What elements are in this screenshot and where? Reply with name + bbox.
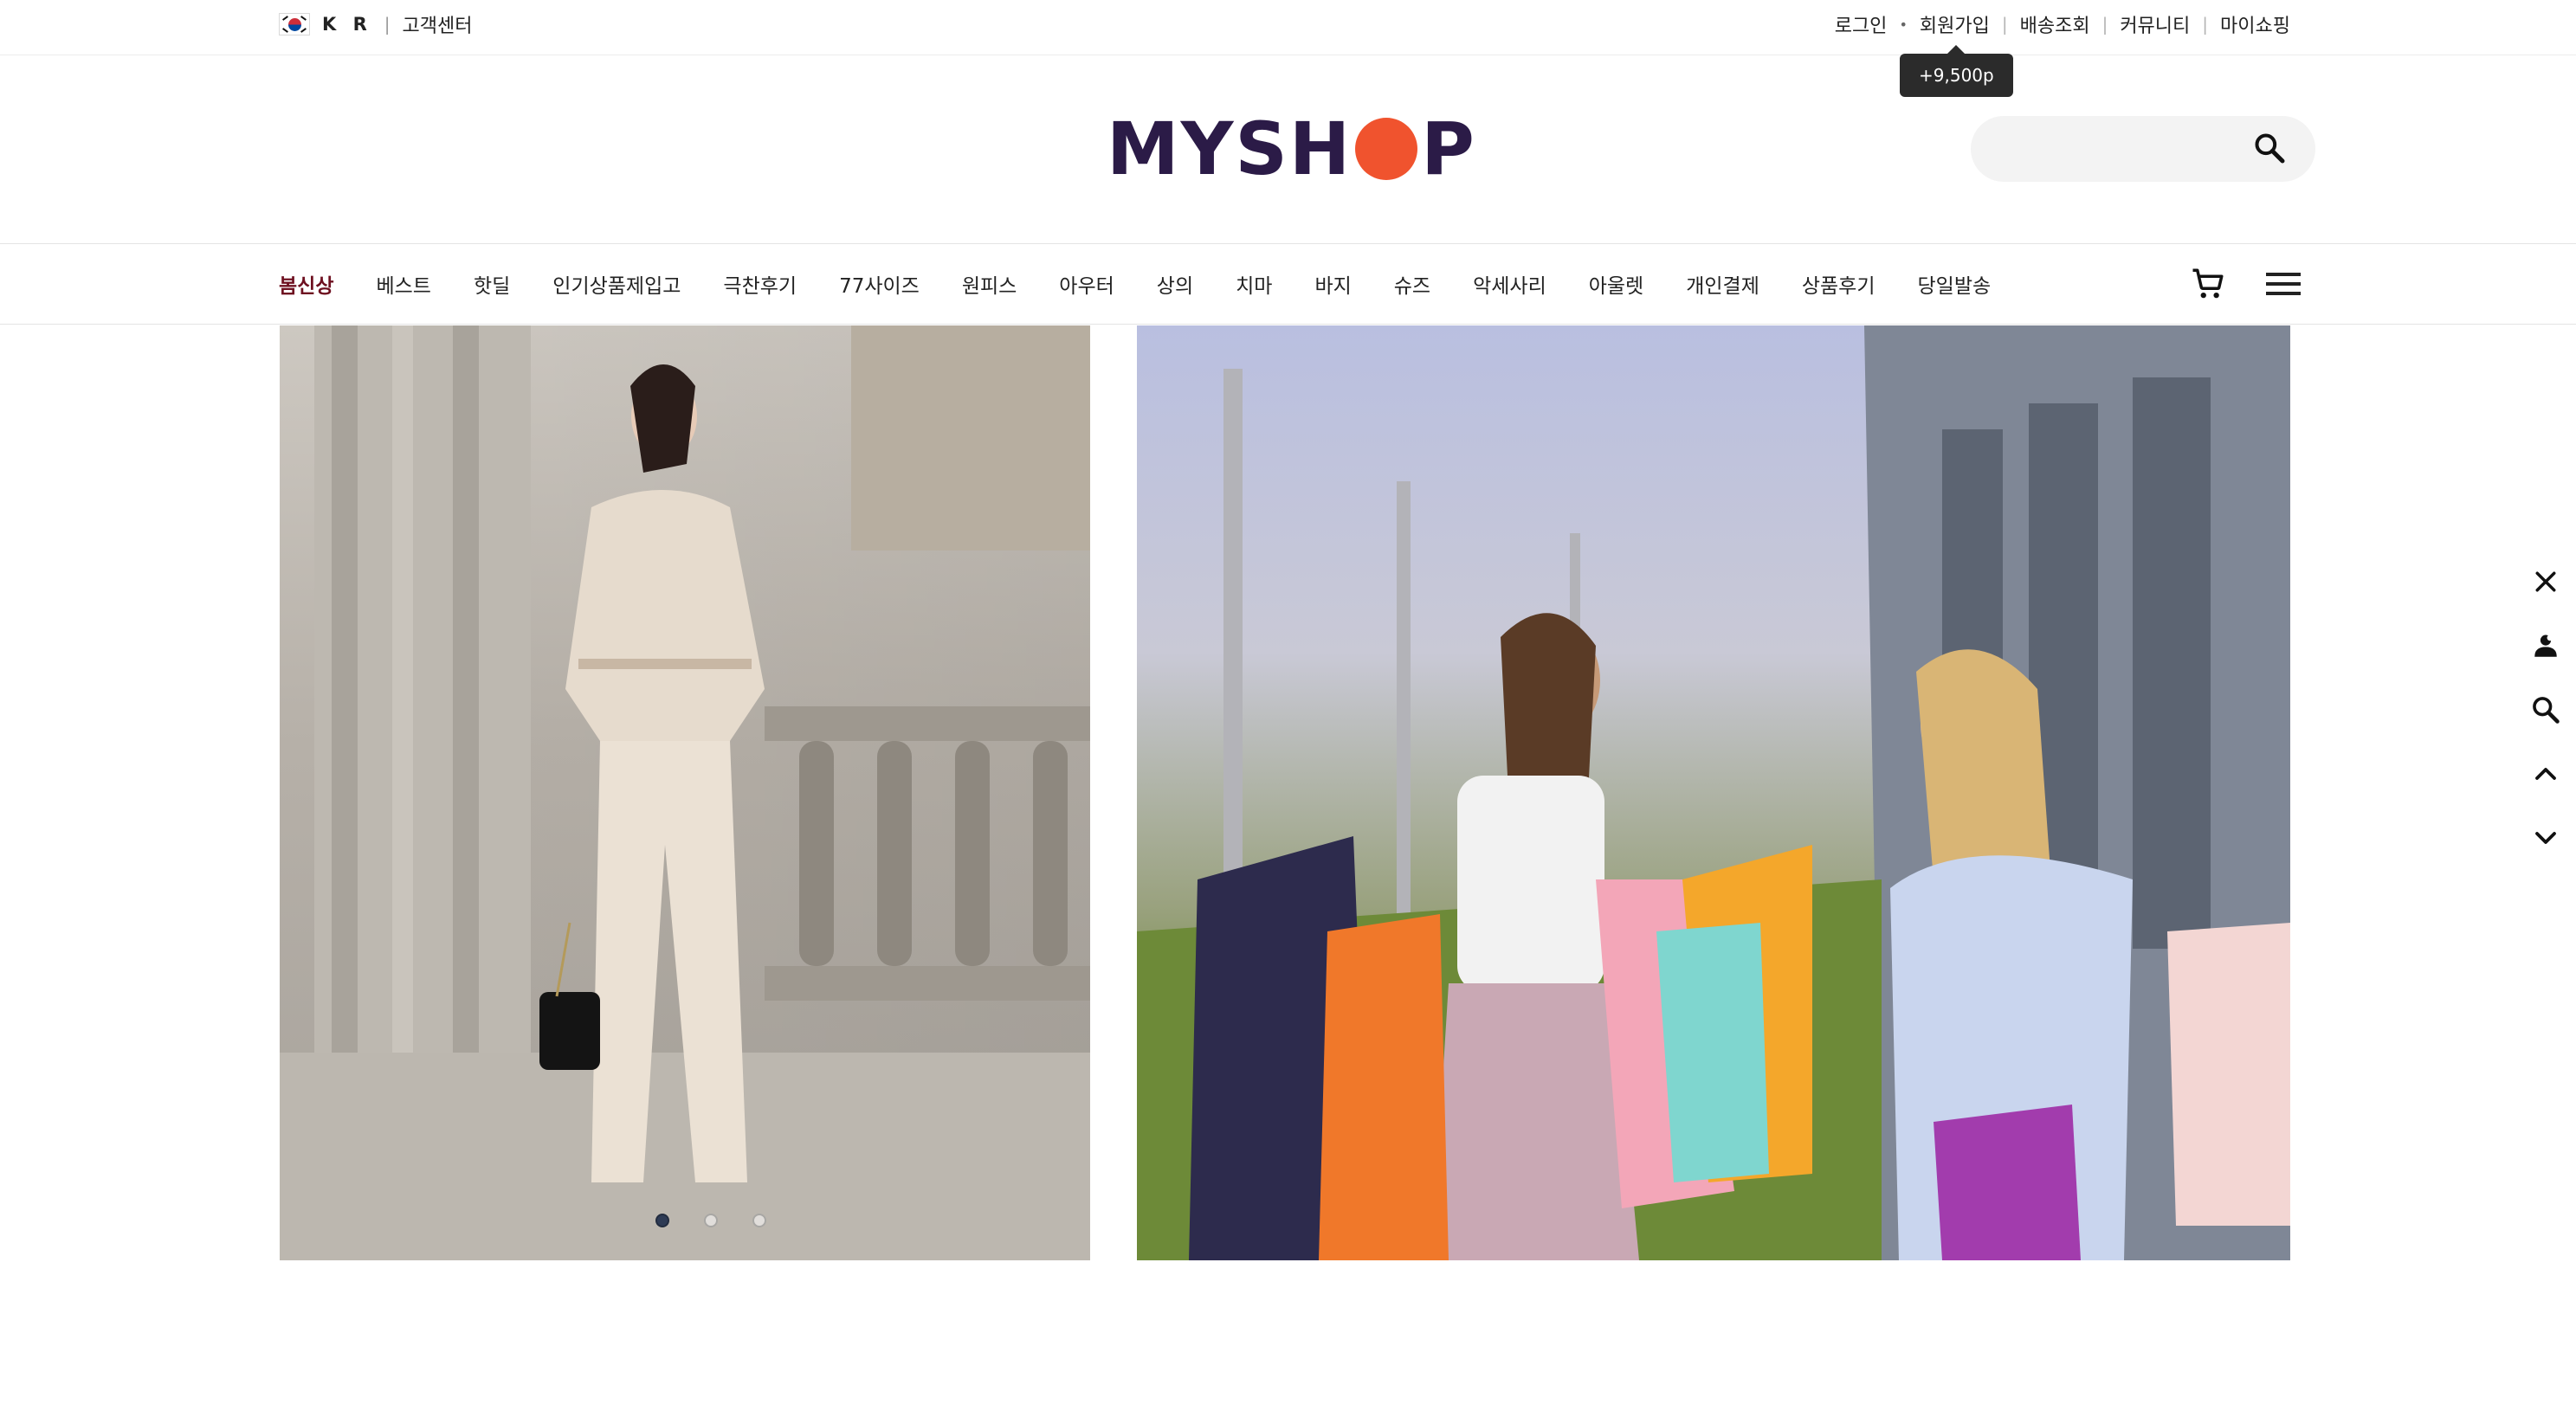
logo-dot [1355,118,1418,180]
community-link[interactable]: 커뮤니티 [2120,10,2190,38]
cart-icon[interactable] [2190,266,2226,302]
nav-item-hot-deal[interactable]: 핫딜 [474,269,510,299]
language-selector[interactable]: K R [322,14,372,35]
recent-viewed-button[interactable] [2526,627,2566,665]
close-quick-menu-button[interactable] [2526,563,2566,601]
nav-item-skirt[interactable]: 치마 [1236,269,1272,299]
customer-center-link[interactable]: 고객센터 [403,10,473,38]
banner-photo-women-with-shopping-bags [1137,325,2290,1260]
search-button[interactable] [2248,126,2291,170]
divider: | [2202,14,2209,35]
user-icon [2534,634,2557,657]
main-banner-slider[interactable] [280,325,1090,1260]
my-shopping-link[interactable]: 마이쇼핑 [2220,10,2290,38]
divider: | [384,14,391,35]
nav-item-pants[interactable]: 바지 [1314,269,1351,299]
site-logo[interactable]: MYSH P [1107,106,1476,192]
nav-item-top-reviews[interactable]: 극찬후기 [723,269,797,299]
close-icon [2535,571,2556,592]
nav-item-new-spring[interactable]: 봄신상 [279,269,333,299]
nav-item-product-reviews[interactable]: 상품후기 [1802,269,1876,299]
divider: | [2101,14,2108,35]
hamburger-menu-icon[interactable] [2266,273,2301,295]
nav-item-restock[interactable]: 인기상품제입고 [552,269,681,299]
signup-link[interactable]: 회원가입 [1920,10,1990,38]
slider-dot[interactable] [752,1214,766,1227]
nav-item-top[interactable]: 상의 [1157,269,1193,299]
signup-points-tooltip: +9,500p [1900,45,2013,97]
topbar-links: 로그인 • 회원가입 | 배송조회 | 커뮤니티 | 마이쇼핑 [1835,0,2290,48]
nav-item-outlet[interactable]: 아울렛 [1589,269,1643,299]
nav-item-size-77[interactable]: 77사이즈 [839,269,920,299]
search-input[interactable] [1997,132,2239,166]
nav-item-best[interactable]: 베스트 [376,269,430,299]
scroll-bottom-button[interactable] [2526,819,2566,857]
nav-item-same-day[interactable]: 당일발송 [1918,269,1992,299]
quick-side-menu [2521,563,2570,857]
category-menu: 봄신상 베스트 핫딜 인기상품제입고 극찬후기 77사이즈 원피스 아우터 상의… [279,244,1991,324]
chevron-down-icon [2535,832,2556,844]
scroll-top-button[interactable] [2526,755,2566,793]
logo-text-right: P [1421,106,1476,191]
nav-item-shoes[interactable]: 슈즈 [1394,269,1430,299]
nav-item-dress[interactable]: 원피스 [962,269,1017,299]
quick-search-button[interactable] [2526,691,2566,729]
nav-item-personal-payment[interactable]: 개인결제 [1686,269,1759,299]
topbar-left: K R | 고객센터 [279,0,472,48]
logo-text-left: MYSH [1107,106,1353,191]
slider-dot[interactable] [655,1214,669,1227]
main-navigation: 봄신상 베스트 핫딜 인기상품제입고 극찬후기 77사이즈 원피스 아우터 상의… [0,243,2576,325]
korea-flag-icon[interactable] [279,13,310,35]
slider-pagination [280,1214,1090,1227]
top-utility-bar: K R | 고객센터 로그인 • 회원가입 | 배송조회 | 커뮤니티 | 마이… [0,0,2576,55]
login-link[interactable]: 로그인 [1835,10,1888,38]
nav-icons [2190,244,2301,324]
banner-photo-model-in-beige-suit [280,325,1090,1260]
search-icon [2533,697,2560,724]
divider: • [1899,16,1908,33]
slider-dot[interactable] [704,1214,718,1227]
search-icon [2255,133,2285,164]
divider: | [2001,14,2008,35]
nav-item-outer[interactable]: 아우터 [1059,269,1114,299]
nav-item-accessories[interactable]: 악세사리 [1473,269,1546,299]
chevron-up-icon [2535,768,2556,780]
order-tracking-link[interactable]: 배송조회 [2020,10,2090,38]
search-bar [1971,116,2315,182]
sub-banner[interactable] [1137,325,2290,1260]
